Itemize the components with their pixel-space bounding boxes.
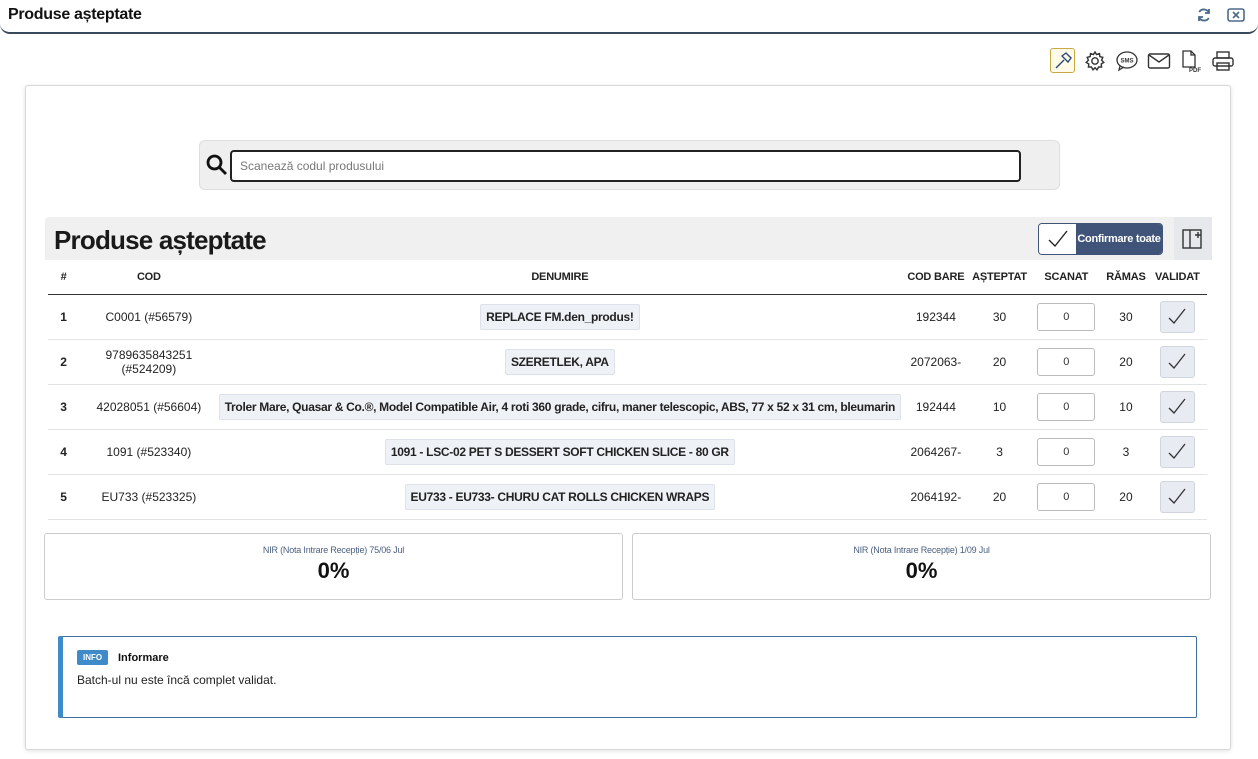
hammer-icon[interactable]: [1050, 48, 1075, 73]
col-header-asteptat: AȘTEPTAT: [970, 260, 1029, 295]
row-asteptat: 10: [970, 384, 1029, 430]
row-ramas: 30: [1104, 294, 1148, 340]
row-number: 1: [48, 294, 80, 340]
row-scanat-input[interactable]: [1037, 302, 1096, 331]
sms-icon[interactable]: SMS: [1114, 48, 1139, 73]
validate-button[interactable]: [1159, 390, 1195, 423]
col-header-denumire: DENUMIRE: [218, 260, 902, 295]
row-ramas: 10: [1104, 384, 1148, 430]
add-column-icon[interactable]: [1174, 217, 1212, 260]
col-header-cod: COD: [79, 260, 219, 295]
row-denumire[interactable]: SZERETLEK, APA: [504, 348, 615, 375]
refresh-icon[interactable]: [1194, 5, 1214, 25]
checkmark-icon: [1039, 224, 1076, 254]
info-title: Informare: [118, 652, 169, 664]
gear-icon[interactable]: [1082, 48, 1107, 73]
row-cod: 42028051 (#56604): [79, 384, 219, 430]
nir-card[interactable]: NIR (Nota Intrare Recepție) 75/06 Jul 0%: [44, 533, 623, 600]
svg-text:SMS: SMS: [1120, 58, 1133, 64]
row-scanat-input[interactable]: [1037, 347, 1096, 376]
row-denumire[interactable]: 1091 - LSC-02 PET S DESSERT SOFT CHICKEN…: [384, 438, 735, 465]
search-bar: [199, 140, 1060, 190]
checkmark-icon: [1168, 308, 1186, 324]
nir-progress: 0%: [317, 558, 350, 583]
svg-text:PDF: PDF: [1189, 68, 1201, 73]
window-title: Produse așteptate: [8, 6, 142, 23]
nir-progress: 0%: [905, 558, 938, 583]
col-header-ramas: RĂMAS: [1104, 260, 1148, 295]
expected-products-section: Produse așteptate Confirmare toate # COD…: [45, 217, 1212, 523]
row-scanat-input[interactable]: [1037, 392, 1096, 421]
row-cod-bare: 192444: [901, 384, 971, 430]
nir-label: NIR (Nota Intrare Recepție) 1/09 Jul: [853, 545, 990, 555]
close-icon[interactable]: [1226, 5, 1246, 25]
row-asteptat: 3: [970, 429, 1029, 475]
table-row: 2 9789635843251 (#524209) SZERETLEK, APA…: [48, 339, 1207, 385]
search-icon: [206, 154, 227, 175]
row-denumire[interactable]: Troler Mare, Quasar & Co.®, Model Compat…: [218, 393, 902, 420]
row-cod-bare: 2064192-: [901, 474, 971, 520]
row-ramas: 3: [1104, 429, 1148, 475]
row-cod-bare: 2072063-: [901, 339, 971, 385]
search-input[interactable]: [230, 150, 1021, 182]
pdf-icon[interactable]: PDF: [1178, 48, 1203, 73]
validate-button[interactable]: [1159, 300, 1195, 333]
checkmark-icon: [1168, 443, 1186, 459]
validate-button[interactable]: [1159, 435, 1195, 468]
row-cod: 9789635843251 (#524209): [79, 339, 219, 385]
main-panel: Produse așteptate Confirmare toate # COD…: [25, 85, 1231, 750]
row-number: 3: [48, 384, 80, 430]
row-denumire[interactable]: REPLACE FM.den_produs!: [480, 303, 640, 330]
row-cod: EU733 (#523325): [79, 474, 219, 520]
checkmark-icon: [1168, 488, 1186, 504]
table-row: 5 EU733 (#523325) EU733 - EU733- CHURU C…: [48, 474, 1207, 520]
col-header-cod-bare: COD BARE: [901, 260, 971, 295]
col-header-scanat: SCANAT: [1028, 260, 1105, 295]
nir-card[interactable]: NIR (Nota Intrare Recepție) 1/09 Jul 0%: [632, 533, 1211, 600]
section-title: Produse așteptate: [54, 225, 267, 255]
row-ramas: 20: [1104, 339, 1148, 385]
row-scanat-input[interactable]: [1037, 482, 1096, 511]
row-cod: C0001 (#56579): [79, 294, 219, 340]
info-badge: INFO: [77, 650, 109, 665]
checkmark-icon: [1168, 353, 1186, 369]
row-denumire[interactable]: EU733 - EU733- CHURU CAT ROLLS CHICKEN W…: [404, 483, 716, 510]
window-titlebar: Produse așteptate: [0, 0, 1258, 34]
row-asteptat: 20: [970, 339, 1029, 385]
confirm-all-button[interactable]: Confirmare toate: [1038, 223, 1163, 255]
row-scanat-input[interactable]: [1037, 437, 1096, 466]
section-header: Produse așteptate Confirmare toate: [45, 217, 1212, 260]
checkmark-icon: [1168, 398, 1186, 414]
confirm-all-label: Confirmare toate: [1076, 224, 1162, 254]
row-cod: 1091 (#523340): [79, 429, 219, 475]
row-ramas: 20: [1104, 474, 1148, 520]
table-header-row: # COD DENUMIRE COD BARE AȘTEPTAT SCANAT …: [48, 260, 1207, 295]
row-asteptat: 30: [970, 294, 1029, 340]
row-cod-bare: 2064267-: [901, 429, 971, 475]
table-row: 3 42028051 (#56604) Troler Mare, Quasar …: [48, 384, 1207, 430]
row-cod-bare: 192344: [901, 294, 971, 340]
row-number: 2: [48, 339, 80, 385]
row-number: 4: [48, 429, 80, 475]
info-alert: INFO Informare Batch-ul nu este încă com…: [58, 636, 1197, 718]
print-icon[interactable]: [1210, 48, 1235, 73]
table-row: 4 1091 (#523340) 1091 - LSC-02 PET S DES…: [48, 429, 1207, 475]
row-number: 5: [48, 474, 80, 520]
validate-button[interactable]: [1159, 345, 1195, 378]
col-header-validat: VALIDAT: [1147, 260, 1207, 295]
col-header-num: #: [48, 260, 80, 295]
info-text: Batch-ul nu este încă complet validat.: [77, 673, 277, 687]
table-row: 1 C0001 (#56579) REPLACE FM.den_produs! …: [48, 294, 1207, 340]
validate-button[interactable]: [1159, 480, 1195, 513]
products-table: # COD DENUMIRE COD BARE AȘTEPTAT SCANAT …: [48, 260, 1207, 520]
row-asteptat: 20: [970, 474, 1029, 520]
toolbar: SMS PDF: [1050, 48, 1235, 76]
mail-icon[interactable]: [1146, 48, 1171, 73]
nir-label: NIR (Nota Intrare Recepție) 75/06 Jul: [262, 545, 405, 555]
